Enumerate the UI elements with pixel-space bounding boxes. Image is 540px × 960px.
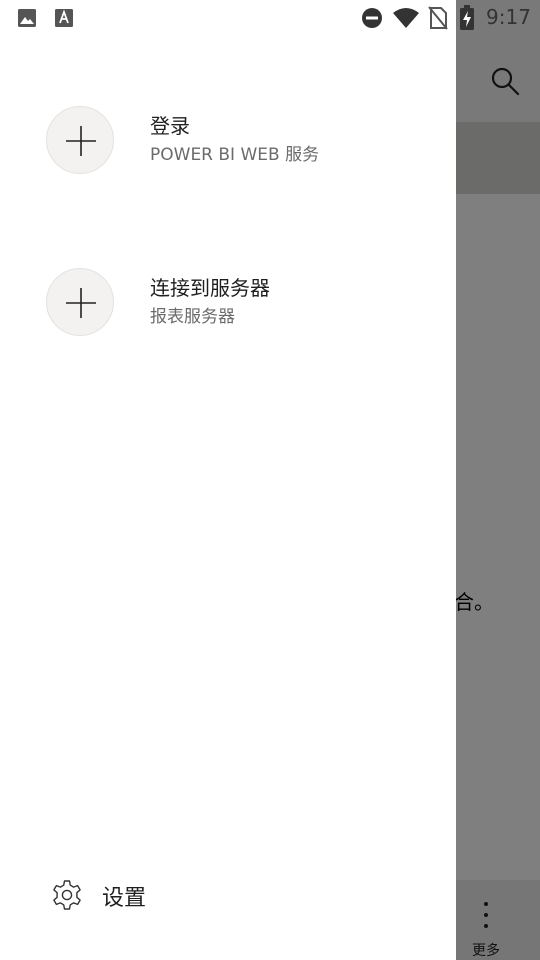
no-sim-icon <box>428 6 448 30</box>
do-not-disturb-icon <box>362 8 382 28</box>
settings-label: 设置 <box>102 886 147 911</box>
plus-icon <box>66 126 96 156</box>
connect-server-item[interactable]: 连接到服务器 报表服务器 <box>0 258 456 348</box>
navigation-drawer: 登录 POWER BI WEB 服务 连接到服务器 报表服务器 设置 <box>0 0 456 960</box>
status-time: 9:17 <box>486 5 531 29</box>
font-app-icon <box>55 9 73 27</box>
battery-charging-icon <box>460 5 474 30</box>
gear-icon <box>53 880 81 910</box>
sign-in-plus-button[interactable] <box>46 106 114 174</box>
sign-in-item[interactable]: 登录 POWER BI WEB 服务 <box>0 96 456 186</box>
sign-in-title: 登录 <box>150 114 190 138</box>
connect-server-plus-button[interactable] <box>46 268 114 336</box>
plus-icon <box>66 288 96 318</box>
settings-item[interactable]: 设置 <box>0 866 456 926</box>
connect-server-subtitle: 报表服务器 <box>150 307 235 327</box>
wifi-icon <box>393 8 419 28</box>
connect-server-title: 连接到服务器 <box>150 276 270 300</box>
image-icon <box>18 9 36 27</box>
status-bar: 9:17 <box>0 0 540 36</box>
sign-in-subtitle: POWER BI WEB 服务 <box>150 145 320 165</box>
